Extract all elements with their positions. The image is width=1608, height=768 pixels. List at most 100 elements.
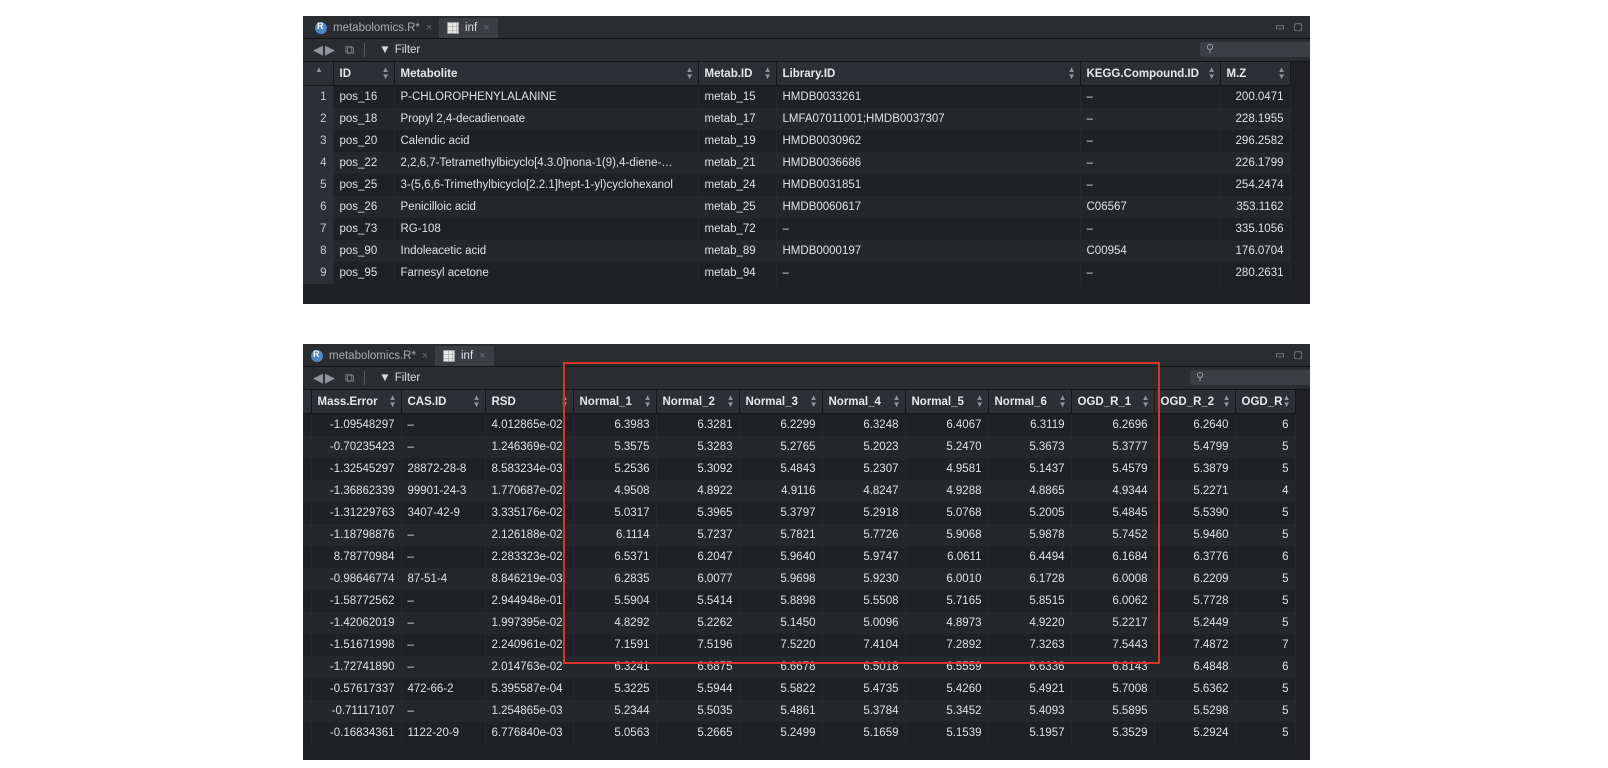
table-cell: – bbox=[401, 590, 486, 612]
sort-icon[interactable]: ▲ ▼ bbox=[389, 394, 397, 409]
window-controls[interactable]: ▭ ▢ bbox=[1275, 22, 1306, 33]
sort-icon[interactable]: ▲ ▼ bbox=[686, 66, 694, 81]
table-cell: – bbox=[1080, 152, 1221, 174]
search-input[interactable]: ⚲ bbox=[1190, 370, 1310, 385]
table-cell: P-CHLOROPHENYLALANINE bbox=[394, 85, 699, 108]
row-number-header[interactable]: ▲ bbox=[303, 62, 334, 86]
sort-icon[interactable]: ▲ bbox=[315, 66, 323, 74]
filter-button[interactable]: ▼ Filter bbox=[379, 372, 420, 384]
table-cell: – bbox=[1080, 85, 1221, 108]
table-cell: 228.1955 bbox=[1220, 108, 1291, 130]
table-cell: 5.2344 bbox=[573, 700, 657, 722]
table-row[interactable]: 5 pos_25 3-(5,6,6-Trimethylbicyclo[2.2.1]h… bbox=[303, 174, 1291, 196]
forward-arrow-icon[interactable]: ▶ bbox=[325, 42, 335, 58]
column-header[interactable]: KEGG.Compound.ID ▲ ▼ bbox=[1080, 62, 1221, 86]
back-arrow-icon[interactable]: ◀ bbox=[313, 370, 323, 386]
column-header[interactable]: ID ▲ ▼ bbox=[333, 62, 395, 86]
table-row[interactable]: 7 pos_73 RG-108 metab_72– –335.1056 bbox=[303, 218, 1291, 240]
table-cell: 5.395587e-04 bbox=[485, 678, 574, 700]
forward-arrow-icon[interactable]: ▶ bbox=[325, 370, 335, 386]
popout-icon[interactable]: ⧉ bbox=[345, 42, 354, 58]
table-cell: -1.36862339 bbox=[311, 480, 402, 502]
row-number: 6 bbox=[303, 196, 334, 218]
table-cell: -0.98646774 bbox=[311, 568, 402, 590]
tab-data[interactable]: inf × bbox=[439, 18, 498, 38]
scroll-left-header[interactable] bbox=[303, 390, 312, 414]
sort-icon[interactable]: ▲ ▼ bbox=[1208, 66, 1216, 81]
close-icon[interactable]: × bbox=[426, 22, 432, 34]
popout-icon[interactable]: ⧉ bbox=[345, 370, 354, 386]
column-header[interactable]: Metabolite ▲ ▼ bbox=[394, 62, 699, 86]
sort-icon[interactable]: ▲ ▼ bbox=[473, 394, 481, 409]
table-row[interactable]: -0.71117107–1.254865e-03 5.2344 5.5035 5.48… bbox=[303, 700, 1296, 722]
table-cell: metab_15 bbox=[698, 85, 777, 108]
table-icon bbox=[447, 22, 459, 34]
column-header-label: ID bbox=[339, 67, 352, 80]
table-cell: – bbox=[1080, 108, 1221, 130]
table-row[interactable]: 8 pos_90 Indoleacetic acid metab_89 HMDB0000… bbox=[303, 240, 1291, 262]
table-cell: – bbox=[401, 634, 486, 656]
table-cell: Calendic acid bbox=[394, 130, 699, 152]
row-spacer bbox=[303, 568, 312, 590]
column-header[interactable]: OGD_R_2 ▲ ▼ bbox=[1154, 390, 1236, 414]
sort-icon[interactable]: ▲ ▼ bbox=[382, 66, 390, 81]
table-cell: 5.2499 bbox=[739, 722, 823, 744]
viewer-toolbar: ◀ ▶ ⧉ ▼ Filter ⚲ bbox=[303, 39, 1310, 62]
table-cell: 5.7008 bbox=[1071, 678, 1155, 700]
tab-script[interactable]: metabolomics.R* × bbox=[303, 346, 436, 366]
table-cell: -1.51671998 bbox=[311, 634, 402, 656]
table-cell: – bbox=[401, 524, 486, 546]
table-row[interactable]: 6 pos_26 Penicilloic acid metab_25 HMDB00606… bbox=[303, 196, 1291, 218]
row-spacer bbox=[303, 524, 312, 546]
table-row[interactable]: 2 pos_18 Propyl 2,4-decadienoate metab_17 LM… bbox=[303, 108, 1291, 130]
close-icon[interactable]: × bbox=[479, 350, 485, 362]
table-cell: 5.4799 bbox=[1154, 436, 1236, 458]
table-cell: -0.16834361 bbox=[311, 722, 402, 744]
table-row[interactable]: 4 pos_22 2,2,6,7-Tetramethylbicyclo[4.3.0]… bbox=[303, 152, 1291, 174]
table-cell: 176.0704 bbox=[1220, 240, 1291, 262]
column-header[interactable]: Library.ID ▲ ▼ bbox=[776, 62, 1081, 86]
row-number: 3 bbox=[303, 130, 334, 152]
column-header[interactable]: CAS.ID ▲ ▼ bbox=[401, 390, 486, 414]
column-header-label: CAS.ID bbox=[407, 395, 447, 408]
column-header-label: Library.ID bbox=[782, 67, 836, 80]
table-row[interactable]: 9 pos_95 Farnesyl acetone metab_94– –280.263… bbox=[303, 262, 1291, 284]
tab-script-label: metabolomics.R* bbox=[333, 22, 420, 34]
column-header[interactable]: M.Z ▲ ▼ bbox=[1220, 62, 1291, 86]
sort-icon[interactable]: ▲ ▼ bbox=[1068, 66, 1076, 81]
table-row[interactable]: -0.57617337 472-66-2 5.395587e-04 5.3225 5.5… bbox=[303, 678, 1296, 700]
table-row[interactable]: -0.16834361 1122-20-9 6.776840e-03 5.0563 5.… bbox=[303, 722, 1296, 744]
window-controls[interactable]: ▭ ▢ bbox=[1275, 350, 1306, 361]
table-cell: 6.2640 bbox=[1154, 413, 1236, 436]
row-spacer bbox=[303, 546, 312, 568]
table-cell: 2.014763e-02 bbox=[485, 656, 574, 678]
table-cell: 5 bbox=[1235, 678, 1296, 700]
sort-icon[interactable]: ▲ ▼ bbox=[1283, 394, 1291, 409]
close-icon[interactable]: × bbox=[422, 350, 428, 362]
row-number: 1 bbox=[303, 85, 334, 108]
column-header[interactable]: RSD ▲ ▼ bbox=[485, 390, 574, 414]
table-cell: 8.583234e-03 bbox=[485, 458, 574, 480]
column-header-label: RSD bbox=[491, 395, 516, 408]
table-cell: 87-51-4 bbox=[401, 568, 486, 590]
column-header[interactable]: Metab.ID ▲ ▼ bbox=[698, 62, 777, 86]
toolbar-divider bbox=[364, 371, 366, 385]
tab-data[interactable]: inf × bbox=[435, 346, 494, 366]
close-icon[interactable]: × bbox=[483, 22, 489, 34]
sort-icon[interactable]: ▲ ▼ bbox=[1278, 66, 1286, 81]
back-arrow-icon[interactable]: ◀ bbox=[313, 42, 323, 58]
table-cell: -1.42062019 bbox=[311, 612, 402, 634]
sort-icon[interactable]: ▲ ▼ bbox=[764, 66, 772, 81]
sort-icon[interactable]: ▲ ▼ bbox=[1223, 394, 1231, 409]
table-cell: 6 bbox=[1235, 656, 1296, 678]
table-cell: metab_94 bbox=[698, 262, 777, 284]
search-input[interactable]: ⚲ bbox=[1200, 42, 1310, 57]
tab-script[interactable]: metabolomics.R* × bbox=[307, 18, 440, 38]
table-cell: 8.78770984 bbox=[311, 546, 402, 568]
filter-button[interactable]: ▼ Filter bbox=[379, 44, 420, 56]
column-header[interactable]: OGD_R ▲ ▼ bbox=[1235, 390, 1296, 414]
row-spacer bbox=[303, 436, 312, 458]
table-row[interactable]: 3 pos_20 Calendic acid metab_19 HMDB0030962–… bbox=[303, 130, 1291, 152]
column-header[interactable]: Mass.Error ▲ ▼ bbox=[311, 390, 402, 414]
table-row[interactable]: 1 pos_16 P-CHLOROPHENYLALANINE metab_15 HMDB… bbox=[303, 85, 1291, 108]
